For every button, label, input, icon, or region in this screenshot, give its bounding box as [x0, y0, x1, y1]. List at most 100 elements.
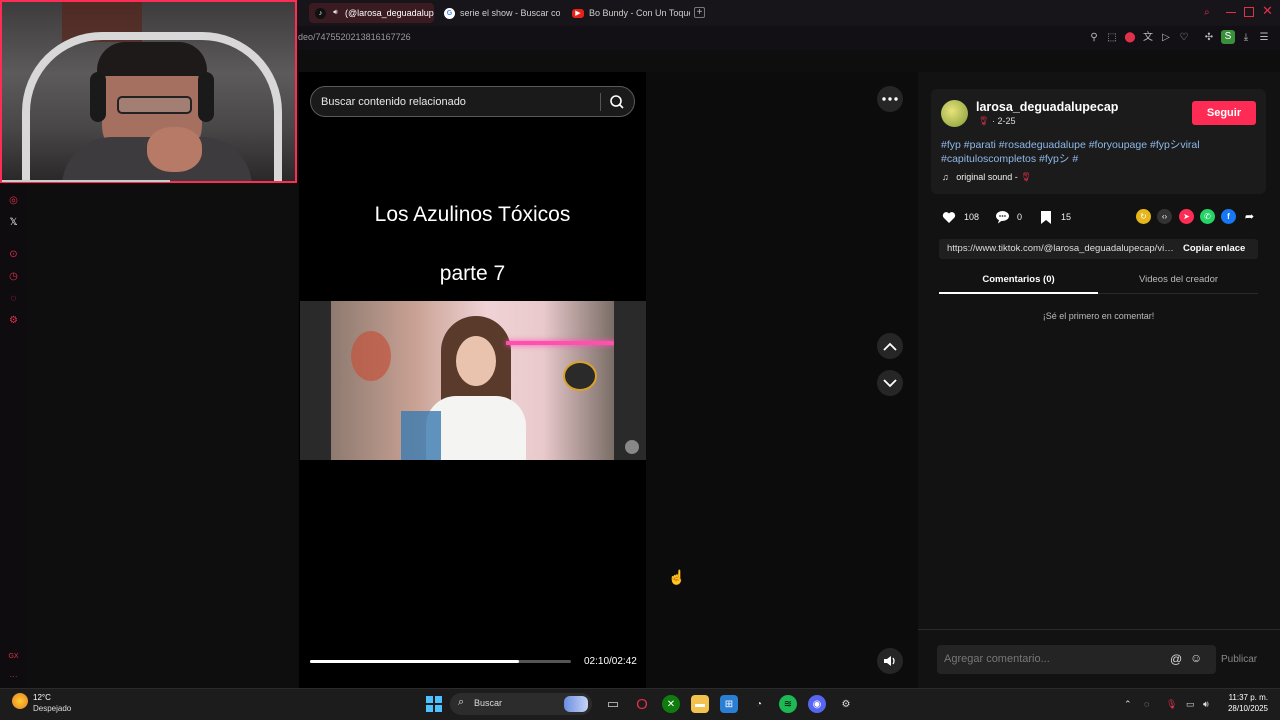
gx-logo-icon[interactable]: GX	[7, 650, 20, 663]
video-frame	[331, 301, 614, 460]
player-icon[interactable]: ⊙	[7, 248, 20, 261]
comment-stat[interactable]: 0	[994, 209, 1022, 225]
related-search-input[interactable]	[321, 93, 591, 111]
share-arrow-icon[interactable]: ➦	[1242, 209, 1257, 224]
speaker-icon[interactable]: 🔊︎	[331, 8, 340, 19]
save-count: 15	[1061, 212, 1072, 222]
opera-gx-icon[interactable]: O	[633, 695, 651, 713]
related-search-box[interactable]	[310, 86, 635, 117]
pin-icon[interactable]: ⚲	[1088, 32, 1100, 44]
instagram-icon[interactable]: ◎	[7, 194, 20, 207]
clock-date[interactable]: 28/10/2025	[1222, 704, 1268, 713]
active-tab-indicator	[939, 292, 1098, 294]
translate-icon[interactable]: 文	[1142, 32, 1154, 44]
watermark-icon	[625, 440, 639, 454]
weather-icon[interactable]	[12, 693, 28, 709]
url-text[interactable]: deo/7475520213816167726	[298, 32, 411, 42]
history-icon[interactable]: ◷	[7, 270, 20, 283]
tab-creator-videos[interactable]: Videos del creador	[1099, 274, 1258, 285]
wall-decoration	[563, 361, 597, 391]
sound-line[interactable]: ♫ original sound - 🌹︎	[942, 172, 1032, 183]
tab-google-search[interactable]: G serie el show - Buscar con Google	[438, 3, 560, 23]
new-tab-button[interactable]: +	[694, 7, 705, 18]
author-avatar[interactable]	[941, 100, 968, 127]
x-icon[interactable]: 𝕏	[7, 216, 20, 229]
tab-youtube[interactable]: ▶ Bo Bundy - Con Un Toque	[566, 3, 690, 23]
comment-icon	[994, 209, 1010, 225]
publish-button[interactable]: Publicar	[1221, 654, 1257, 665]
facebook-icon[interactable]: f	[1221, 209, 1236, 224]
author-meta: 🌹︎ · 2-25	[978, 116, 1015, 127]
download-icon[interactable]: ⤓	[1240, 32, 1252, 44]
video-progress-bar[interactable]	[310, 660, 571, 663]
mention-icon[interactable]: @	[1170, 652, 1182, 666]
clock-app-icon[interactable]: ◔	[750, 695, 768, 713]
tab-label: Bo Bundy - Con Un Toque	[589, 8, 690, 18]
embed-icon[interactable]: ‹›	[1157, 209, 1172, 224]
spotify-icon[interactable]: ≋	[779, 695, 797, 713]
pocket-icon[interactable]: ⬤	[1124, 32, 1136, 44]
follow-button[interactable]: Seguir	[1192, 101, 1256, 125]
save-stat[interactable]: 15	[1038, 209, 1071, 225]
search-highlight-icon	[564, 696, 588, 712]
video-link[interactable]: https://www.tiktok.com/@larosa_deguadalu…	[947, 243, 1175, 254]
chevron-up-icon	[883, 342, 897, 351]
comment-input[interactable]	[944, 651, 1154, 667]
speaker-tray-icon[interactable]: 🔊︎	[1203, 699, 1209, 710]
video-progress-fill	[310, 660, 520, 663]
network-icon[interactable]: ▭	[1186, 699, 1195, 710]
windows-start-icon[interactable]	[426, 696, 442, 712]
repost-icon[interactable]: ↻	[1136, 209, 1151, 224]
settings-icon[interactable]: ⚙	[837, 695, 855, 713]
comment-count: 0	[1017, 212, 1023, 222]
minimize-button[interactable]	[1226, 12, 1236, 13]
like-stat[interactable]: 108	[941, 209, 979, 225]
search-icon: ⌕	[458, 696, 465, 708]
previous-video-button[interactable]	[877, 333, 903, 359]
extensions-icon[interactable]: ✣	[1203, 32, 1215, 44]
comment-box[interactable]: @ ☺	[937, 645, 1216, 674]
heart-icon[interactable]: ♡	[1178, 32, 1190, 44]
next-video-button[interactable]	[877, 370, 903, 396]
hand-cursor-icon: ☝	[668, 569, 686, 585]
snapshot-icon[interactable]: ⬚	[1106, 32, 1118, 44]
microphone-icon[interactable]: 🎙︎	[1166, 699, 1177, 710]
weather-description[interactable]: Despejado	[33, 704, 71, 713]
taskbar-search[interactable]: ⌕ Buscar	[450, 693, 592, 715]
video-title-line2: parte 7	[439, 262, 506, 285]
tab-comments[interactable]: Comentarios (0)	[939, 274, 1098, 285]
send-icon[interactable]: ➤	[1179, 209, 1194, 224]
task-view-icon[interactable]: ▭	[604, 695, 622, 713]
settings-icon[interactable]: ⚙	[7, 314, 20, 327]
sound-name: original sound -	[956, 172, 1021, 182]
maximize-button[interactable]	[1244, 7, 1254, 17]
more-options-button[interactable]	[877, 86, 903, 112]
file-explorer-icon[interactable]: ▬	[691, 695, 709, 713]
discord-icon[interactable]: ◉	[808, 695, 826, 713]
volume-button[interactable]	[877, 648, 903, 674]
clock-time[interactable]: 11:37 p. m.	[1228, 693, 1268, 702]
store-icon[interactable]: ⊞	[720, 695, 738, 713]
xbox-icon[interactable]: ✕	[662, 695, 680, 713]
messenger-icon[interactable]: ◌	[7, 292, 20, 305]
author-name[interactable]: larosa_deguadalupecap	[976, 100, 1118, 114]
search-icon[interactable]	[608, 93, 626, 111]
weather-temperature[interactable]: 12°C	[33, 693, 51, 702]
tab-label: (@larosa_deguadalupecap)	[345, 8, 434, 18]
person-hair	[97, 42, 207, 76]
tray-overflow-icon[interactable]: ⌃	[1124, 699, 1132, 710]
tab-tiktok[interactable]: ♪ 🔊︎ (@larosa_deguadalupecap)	[309, 3, 434, 23]
rose-icon: 🌹︎	[978, 116, 990, 126]
copy-link-button[interactable]: Copiar enlace	[1183, 243, 1245, 254]
close-window-button[interactable]: ✕	[1262, 3, 1273, 19]
more-icon[interactable]: ···	[7, 670, 20, 683]
play-icon[interactable]: ▷	[1160, 32, 1172, 44]
profile-icon[interactable]: S	[1221, 30, 1235, 44]
heart-icon	[941, 209, 957, 225]
video-hashtags[interactable]: #fyp #parati #rosadeguadalupe #foryoupag…	[941, 138, 1259, 166]
whatsapp-icon[interactable]: ✆	[1200, 209, 1215, 224]
tray-app-icon[interactable]: ◌	[1144, 699, 1149, 709]
emoji-icon[interactable]: ☺	[1190, 651, 1202, 665]
menu-icon[interactable]: ☰	[1258, 32, 1270, 44]
search-tabs-icon[interactable]: ⌕	[1204, 7, 1215, 18]
